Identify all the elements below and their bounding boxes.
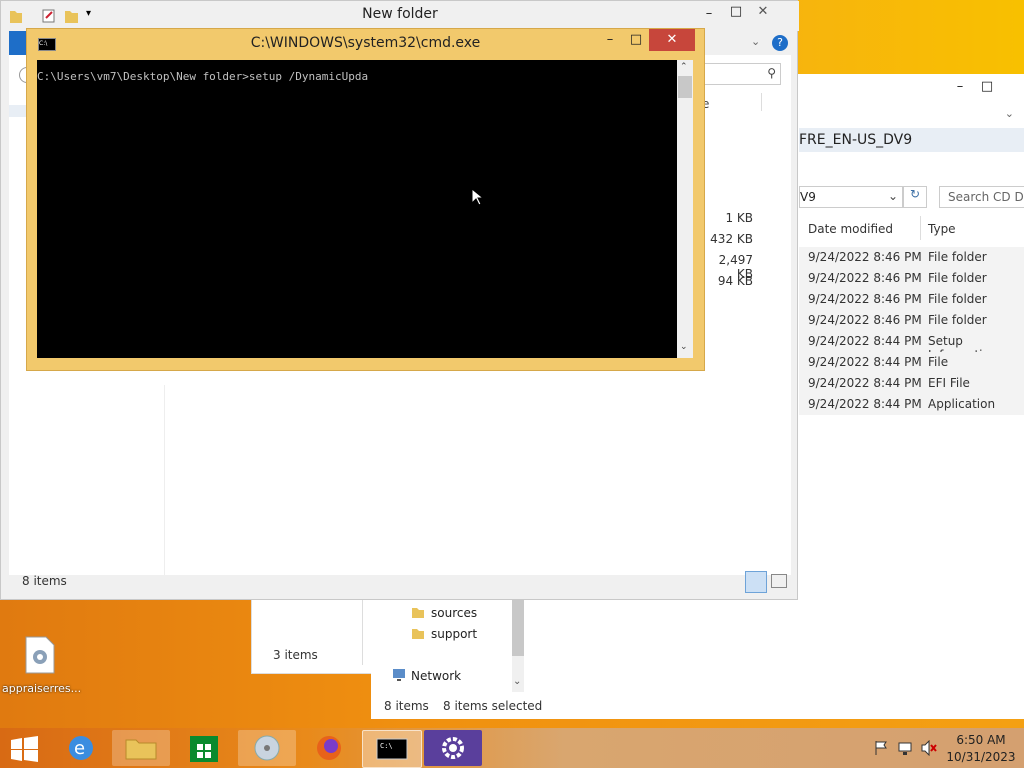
settings-file-icon — [24, 636, 56, 674]
type-cell: File folder — [928, 313, 987, 327]
file-list: 9/24/2022 8:46 PM File folder 9/24/2022 8:… — [799, 247, 1024, 417]
disc-tool-icon[interactable] — [238, 730, 296, 766]
type-cell: File folder — [928, 250, 987, 264]
desktop-icon-label: appraiserres... — [2, 682, 82, 695]
store-icon[interactable] — [175, 730, 233, 766]
column-type[interactable]: Type — [928, 222, 956, 236]
chevron-down-icon[interactable]: ⌄ — [751, 35, 760, 48]
table-row[interactable]: 9/24/2022 8:44 PM File — [799, 352, 1024, 374]
type-cell: EFI File — [928, 376, 970, 390]
nav-item-support[interactable]: support — [431, 627, 477, 641]
scroll-down-icon[interactable]: ⌄ — [680, 342, 688, 352]
address-bar[interactable]: V9 ⌄ — [799, 186, 903, 208]
minimize-button[interactable]: – — [696, 3, 722, 25]
search-input[interactable]: Search CD Drive — [939, 186, 1024, 208]
close-button[interactable]: ✕ — [649, 29, 695, 51]
maximize-button[interactable]: □ — [623, 29, 649, 51]
status-items: 3 items — [273, 648, 318, 662]
scroll-up-icon[interactable]: ⌃ — [680, 62, 688, 72]
table-row[interactable]: 9/24/2022 8:44 PMSetup Information — [799, 331, 1024, 362]
cmd-taskbar-icon[interactable]: C:\ — [362, 730, 422, 768]
cmd-titlebar[interactable]: C:\ C:\WINDOWS\system32\cmd.exe – □ ✕ — [27, 29, 704, 59]
action-center-flag-icon[interactable] — [874, 740, 888, 756]
date-cell: 9/24/2022 8:44 PM — [808, 355, 922, 369]
large-icons-view-icon[interactable] — [771, 574, 787, 588]
table-row[interactable]: 9/24/2022 8:46 PM File folder — [799, 310, 1024, 332]
help-icon[interactable]: ? — [772, 35, 788, 51]
firefox-icon[interactable] — [300, 730, 358, 766]
date-cell: 9/24/2022 8:46 PM — [808, 271, 922, 285]
window-title: New folder — [362, 6, 438, 22]
type-cell: File folder — [928, 292, 987, 306]
nav-scrollbar[interactable]: ⌄ — [512, 600, 524, 692]
desktop-icon-appraiserres[interactable]: appraiserres... — [2, 636, 81, 700]
size-cell: 94 KB — [717, 274, 753, 288]
chevron-down-icon[interactable]: ⌄ — [513, 676, 521, 687]
date-cell: 9/24/2022 8:44 PM — [808, 334, 922, 348]
start-button-windows-icon[interactable] — [10, 736, 40, 762]
date-cell: 9/24/2022 8:46 PM — [808, 313, 922, 327]
svg-text:C:\: C:\ — [380, 742, 393, 750]
mouse-cursor-icon — [471, 188, 483, 206]
size-cell: 432 KB — [710, 232, 753, 246]
nav-item-sources[interactable]: sources — [431, 606, 477, 620]
svg-text:e: e — [74, 738, 85, 759]
folder-icon — [411, 626, 425, 640]
minimize-button[interactable]: – — [947, 76, 973, 98]
internet-explorer-icon[interactable]: e — [52, 730, 110, 766]
network-icon — [391, 667, 407, 683]
desktop-background — [790, 0, 1024, 80]
cmd-window[interactable]: C:\ C:\WINDOWS\system32\cmd.exe – □ ✕ C:… — [26, 28, 705, 371]
table-row[interactable]: 9/24/2022 8:44 PM EFI File — [799, 373, 1024, 395]
clock-time[interactable]: 6:50 AM — [944, 733, 1018, 747]
breadcrumb-path[interactable]: FRE_EN-US_DV9 — [799, 132, 912, 148]
settings-gear-icon[interactable] — [424, 730, 482, 766]
chevron-down-icon[interactable]: ⌄ — [888, 189, 898, 203]
table-row[interactable]: 9/24/2022 8:46 PM File folder — [799, 247, 1024, 269]
date-cell: 9/24/2022 8:46 PM — [808, 250, 922, 264]
column-headers: Date modified Type — [799, 216, 1024, 240]
type-cell: File folder — [928, 271, 987, 285]
type-cell: Application — [928, 397, 996, 411]
search-input[interactable]: ⚲ — [704, 63, 781, 85]
search-icon: ⚲ — [767, 66, 776, 80]
navigation-pane: sources support Network ⌄ — [371, 600, 526, 692]
date-cell: 9/24/2022 8:46 PM — [808, 292, 922, 306]
maximize-button[interactable]: □ — [974, 76, 1000, 98]
folder-icon — [411, 605, 425, 619]
clock-date[interactable]: 10/31/2023 — [944, 750, 1018, 764]
scroll-thumb[interactable] — [678, 76, 692, 98]
refresh-icon[interactable]: ↻ — [903, 186, 927, 208]
chevron-down-icon[interactable]: ⌄ — [1005, 107, 1014, 120]
command-line: C:\Users\vm7\Desktop\New folder>setup /D… — [37, 70, 369, 83]
network-tray-icon[interactable] — [898, 740, 914, 756]
minimize-button[interactable]: – — [597, 29, 623, 51]
volume-muted-icon[interactable] — [920, 740, 938, 756]
console-output[interactable]: C:\Users\vm7\Desktop\New folder>setup /D… — [37, 60, 677, 358]
status-items: 8 items — [384, 699, 429, 713]
status-selected: 8 items selected — [443, 699, 543, 713]
type-cell: File — [928, 355, 949, 369]
size-cell: 1 KB — [725, 211, 753, 225]
cmd-scrollbar[interactable]: ⌃ ⌄ — [677, 60, 693, 358]
status-items: 8 items — [22, 574, 67, 588]
close-button[interactable]: ✕ — [750, 1, 776, 23]
table-row[interactable]: 9/24/2022 8:46 PM File folder — [799, 268, 1024, 290]
file-explorer-icon[interactable] — [112, 730, 170, 766]
background-explorer-window[interactable]: 3 items — [251, 598, 373, 674]
date-cell: 9/24/2022 8:44 PM — [808, 376, 922, 390]
table-row[interactable]: 9/24/2022 8:44 PM Application — [799, 394, 1024, 416]
date-cell: 9/24/2022 8:44 PM — [808, 397, 922, 411]
table-row[interactable]: 9/24/2022 8:46 PM File folder — [799, 289, 1024, 311]
maximize-button[interactable]: □ — [723, 1, 749, 23]
taskbar: e C:\ 6:50 AM 10/31/2023 — [0, 728, 1024, 768]
column-date-modified[interactable]: Date modified — [808, 222, 893, 236]
nav-item-network[interactable]: Network — [411, 669, 461, 683]
details-view-icon[interactable] — [745, 571, 767, 593]
